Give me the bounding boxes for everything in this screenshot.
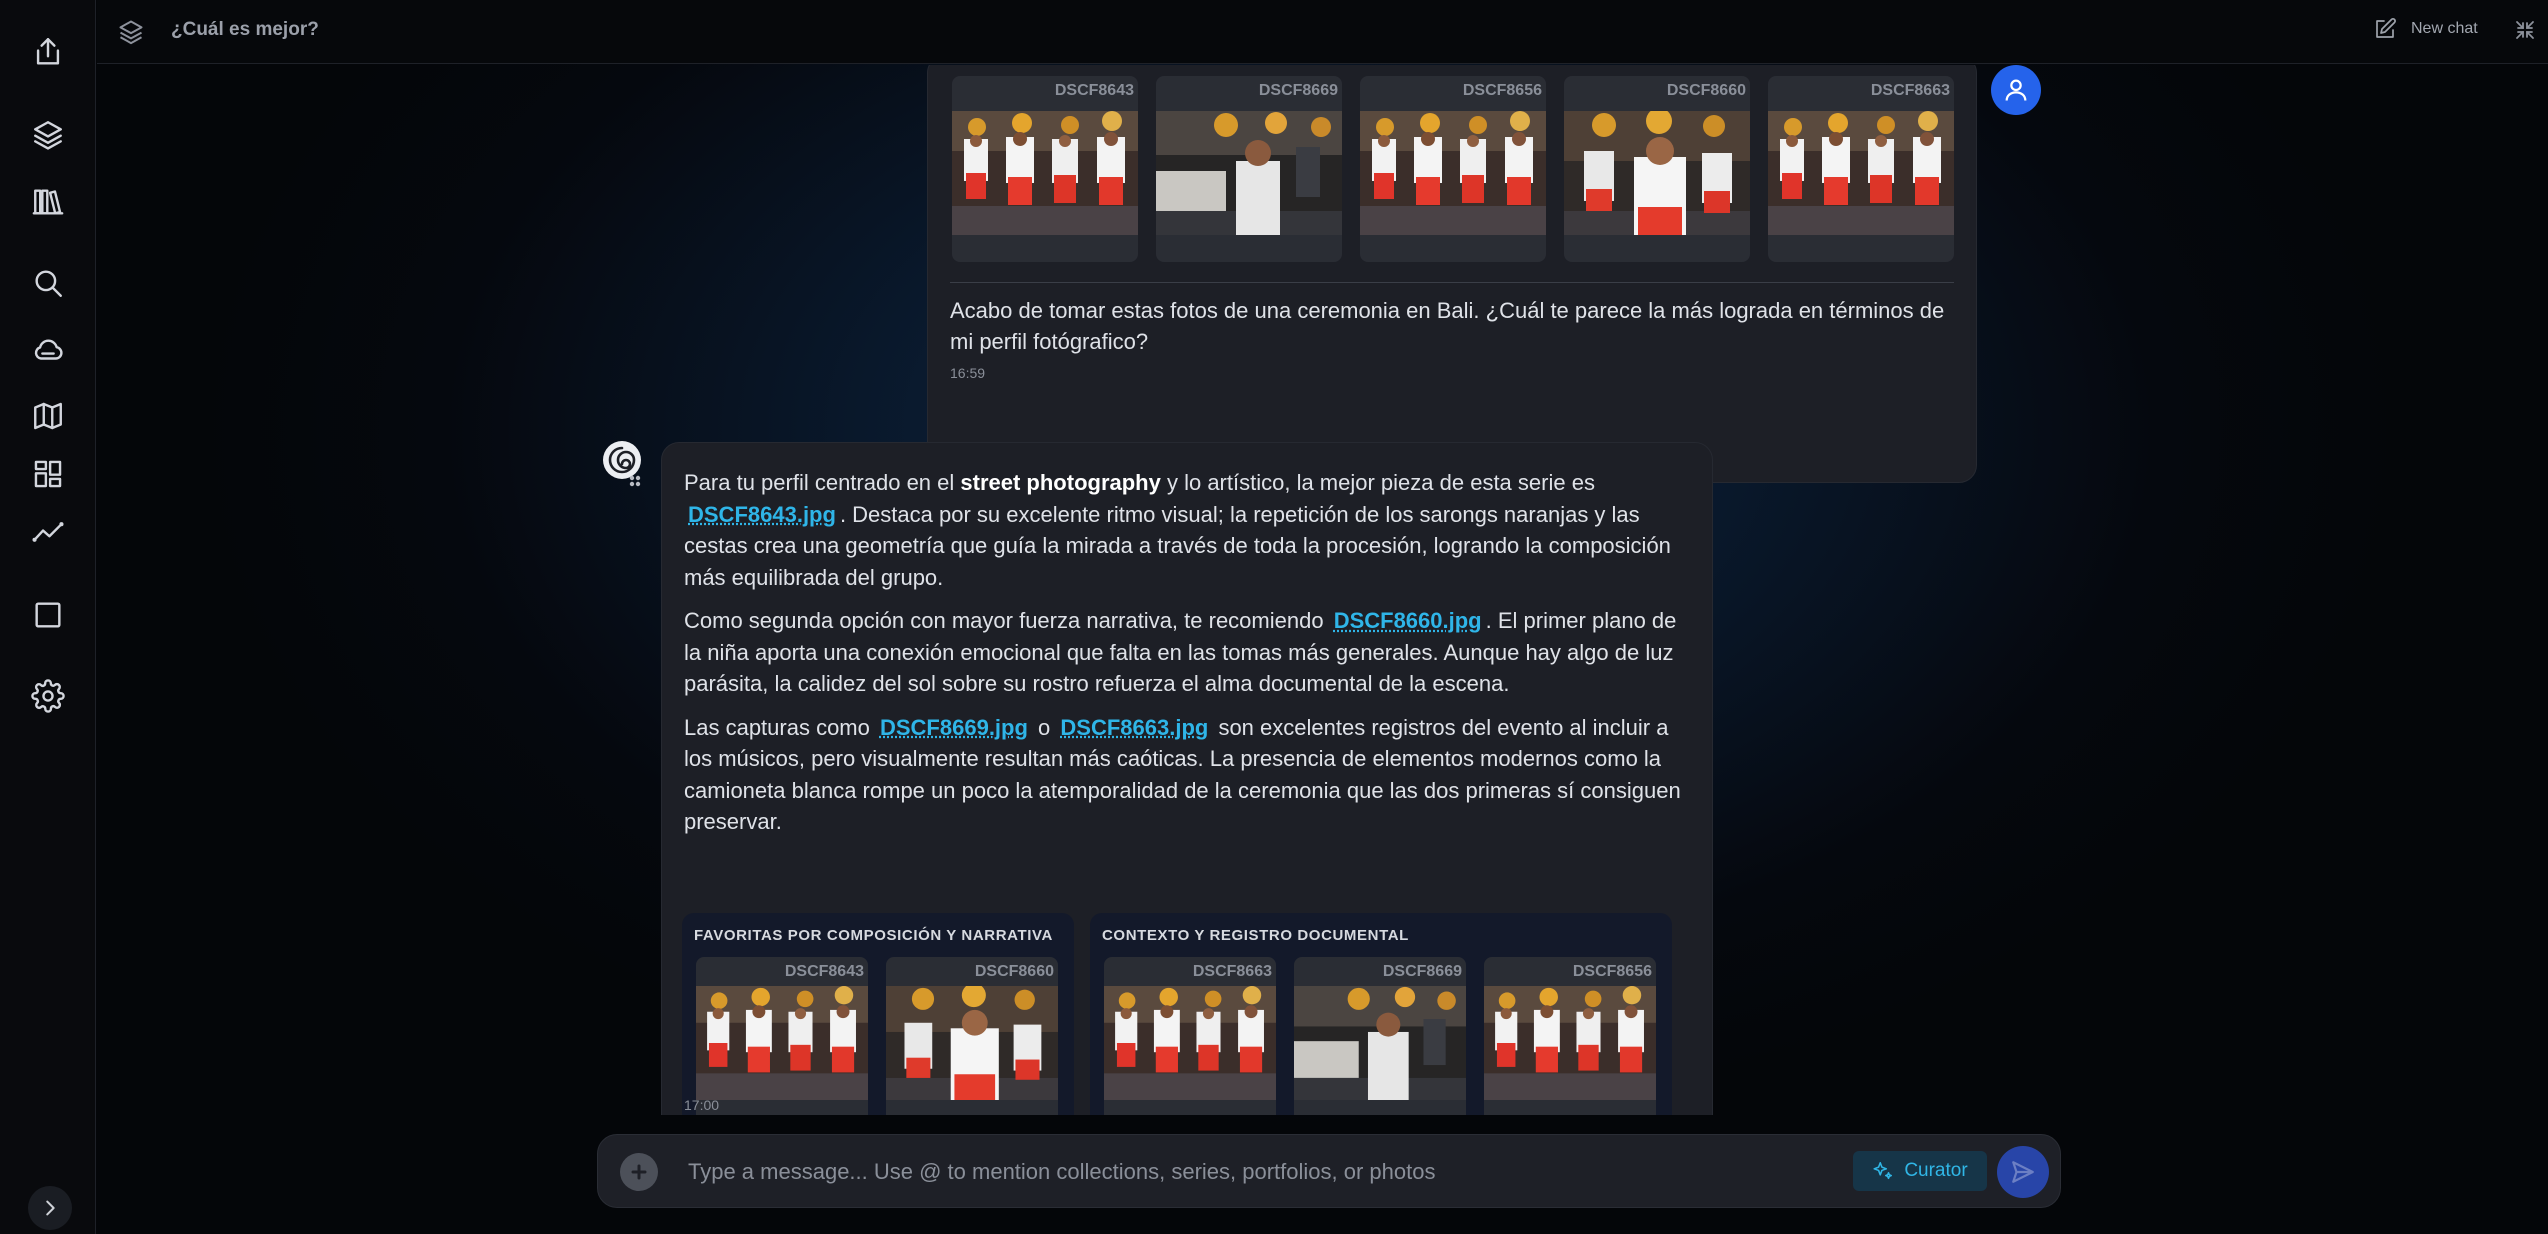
expand-sidebar-button[interactable] (28, 1186, 72, 1230)
group-title: CONTEXTO Y REGISTRO DOCUMENTAL (1102, 927, 1409, 944)
photo-thumbnail (886, 986, 1058, 1100)
plus-icon (631, 1164, 647, 1180)
user-message: DSCF8643 DSCF8669 DSCF8656 DSCF8660 DSCF… (927, 65, 1977, 483)
photo-card[interactable]: DSCF8669 (1294, 957, 1466, 1115)
group-photos: DSCF8663 DSCF8669 DSCF8656 (1104, 957, 1656, 1115)
sparkle-icon (1873, 1161, 1893, 1180)
user-avatar (1991, 65, 2041, 115)
group-photos: DSCF8643 DSCF8660 (696, 957, 1058, 1115)
paragraph: Las capturas como DSCF8669.jpg o DSCF866… (684, 712, 1694, 838)
photo-card[interactable]: DSCF8643 (952, 76, 1138, 262)
photo-title: DSCF8660 (974, 963, 1054, 980)
map-icon[interactable] (24, 392, 72, 440)
photo-card[interactable]: DSCF8663 (1104, 957, 1276, 1115)
photo-card[interactable]: DSCF8643 (696, 957, 868, 1115)
photo-group-favorites: FAVORITAS POR COMPOSICIÓN Y NARRATIVA DS… (682, 913, 1074, 1115)
photo-title: DSCF8669 (1382, 963, 1462, 980)
photo-thumbnail (1156, 111, 1342, 235)
send-icon (2012, 1161, 2034, 1183)
photo-title: DSCF8643 (1054, 82, 1134, 99)
photo-group-documentary: CONTEXTO Y REGISTRO DOCUMENTAL DSCF8663 … (1090, 913, 1672, 1115)
photo-thumbnail (1768, 111, 1954, 235)
photo-title: DSCF8663 (1870, 82, 1950, 99)
photo-link[interactable]: DSCF8669.jpg (876, 715, 1032, 740)
assistant-avatar (602, 440, 646, 490)
text: Como segunda opción con mayor fuerza nar… (684, 608, 1330, 633)
dashboard-icon[interactable] (24, 450, 72, 498)
share-icon[interactable] (24, 28, 72, 76)
photo-thumbnail (1294, 986, 1466, 1100)
photo-card[interactable]: DSCF8663 (1768, 76, 1954, 262)
photo-thumbnail (1484, 986, 1656, 1100)
message-timestamp: 16:59 (950, 365, 986, 381)
photo-card[interactable]: DSCF8660 (886, 957, 1058, 1115)
photo-title: DSCF8669 (1258, 82, 1338, 99)
photo-thumbnail (1564, 111, 1750, 235)
library-icon[interactable] (24, 178, 72, 226)
user-message-text: Acabo de tomar estas fotos de una ceremo… (950, 298, 1945, 354)
photo-card[interactable]: DSCF8656 (1360, 76, 1546, 262)
cloud-icon[interactable] (24, 326, 72, 374)
text: Las capturas como (684, 714, 876, 740)
photo-thumbnail (696, 986, 868, 1100)
text: o (1031, 714, 1057, 740)
photo-card[interactable]: DSCF8656 (1484, 957, 1656, 1115)
paragraph: Para tu perfil centrado en el street pho… (684, 467, 1694, 593)
photo-title: DSCF8660 (1666, 82, 1746, 99)
photo-thumbnail (1360, 111, 1546, 235)
curator-label: Curator (1904, 1160, 1968, 1181)
settings-icon[interactable] (24, 672, 72, 720)
photo-title: DSCF8656 (1572, 963, 1652, 980)
new-chat-button[interactable]: New chat (2373, 17, 2478, 41)
assistant-message-text: Para tu perfil centrado en el street pho… (684, 467, 1694, 850)
edit-icon (2376, 18, 2396, 38)
chat-area: DSCF8643 DSCF8669 DSCF8656 DSCF8660 DSCF… (97, 65, 2548, 1115)
photo-thumbnail (952, 111, 1138, 235)
text: y lo artístico, la mejor pieza de esta s… (1160, 470, 1595, 495)
attach-button[interactable] (620, 1153, 658, 1191)
photo-link[interactable]: DSCF8643.jpg (684, 502, 840, 527)
send-button[interactable] (1997, 1146, 2049, 1198)
divider (950, 282, 1954, 283)
photo-link[interactable]: DSCF8660.jpg (1330, 608, 1486, 633)
spiral-logo-icon (603, 441, 641, 487)
curator-button[interactable]: Curator (1853, 1151, 1987, 1191)
new-chat-label: New chat (2411, 20, 2478, 37)
photo-card[interactable]: DSCF8669 (1156, 76, 1342, 262)
analytics-icon[interactable] (24, 508, 72, 556)
header: ¿Cuál es mejor? New chat (97, 0, 2548, 64)
message-composer: Curator (597, 1134, 2061, 1208)
fullscreen-toggle[interactable] (2513, 18, 2537, 42)
layers-icon[interactable] (24, 111, 72, 159)
chat-title: ¿Cuál es mejor? (171, 19, 319, 40)
chevron-right-icon (46, 1200, 55, 1216)
photo-title: DSCF8663 (1192, 963, 1272, 980)
layers-icon[interactable] (117, 18, 145, 46)
photo-link[interactable]: DSCF8663.jpg (1056, 715, 1212, 740)
message-input[interactable] (688, 1153, 1838, 1191)
photo-title: DSCF8656 (1462, 82, 1542, 99)
paragraph: Como segunda opción con mayor fuerza nar… (684, 605, 1694, 700)
user-icon (2005, 79, 2027, 101)
collapse-icon (2516, 21, 2534, 39)
assistant-message: Para tu perfil centrado en el street pho… (661, 442, 1713, 1115)
sidebar (0, 0, 96, 1234)
group-title: FAVORITAS POR COMPOSICIÓN Y NARRATIVA (694, 927, 1053, 944)
bold-text: street photography (960, 470, 1161, 495)
text: Para tu perfil centrado en el (684, 470, 961, 495)
photo-row: DSCF8643 DSCF8669 DSCF8656 DSCF8660 DSCF… (952, 76, 1954, 262)
search-icon[interactable] (24, 259, 72, 307)
photo-title: DSCF8643 (784, 963, 864, 980)
message-timestamp: 17:00 (684, 1097, 720, 1113)
square-icon[interactable] (24, 591, 72, 639)
photo-thumbnail (1104, 986, 1276, 1100)
photo-card[interactable]: DSCF8660 (1564, 76, 1750, 262)
